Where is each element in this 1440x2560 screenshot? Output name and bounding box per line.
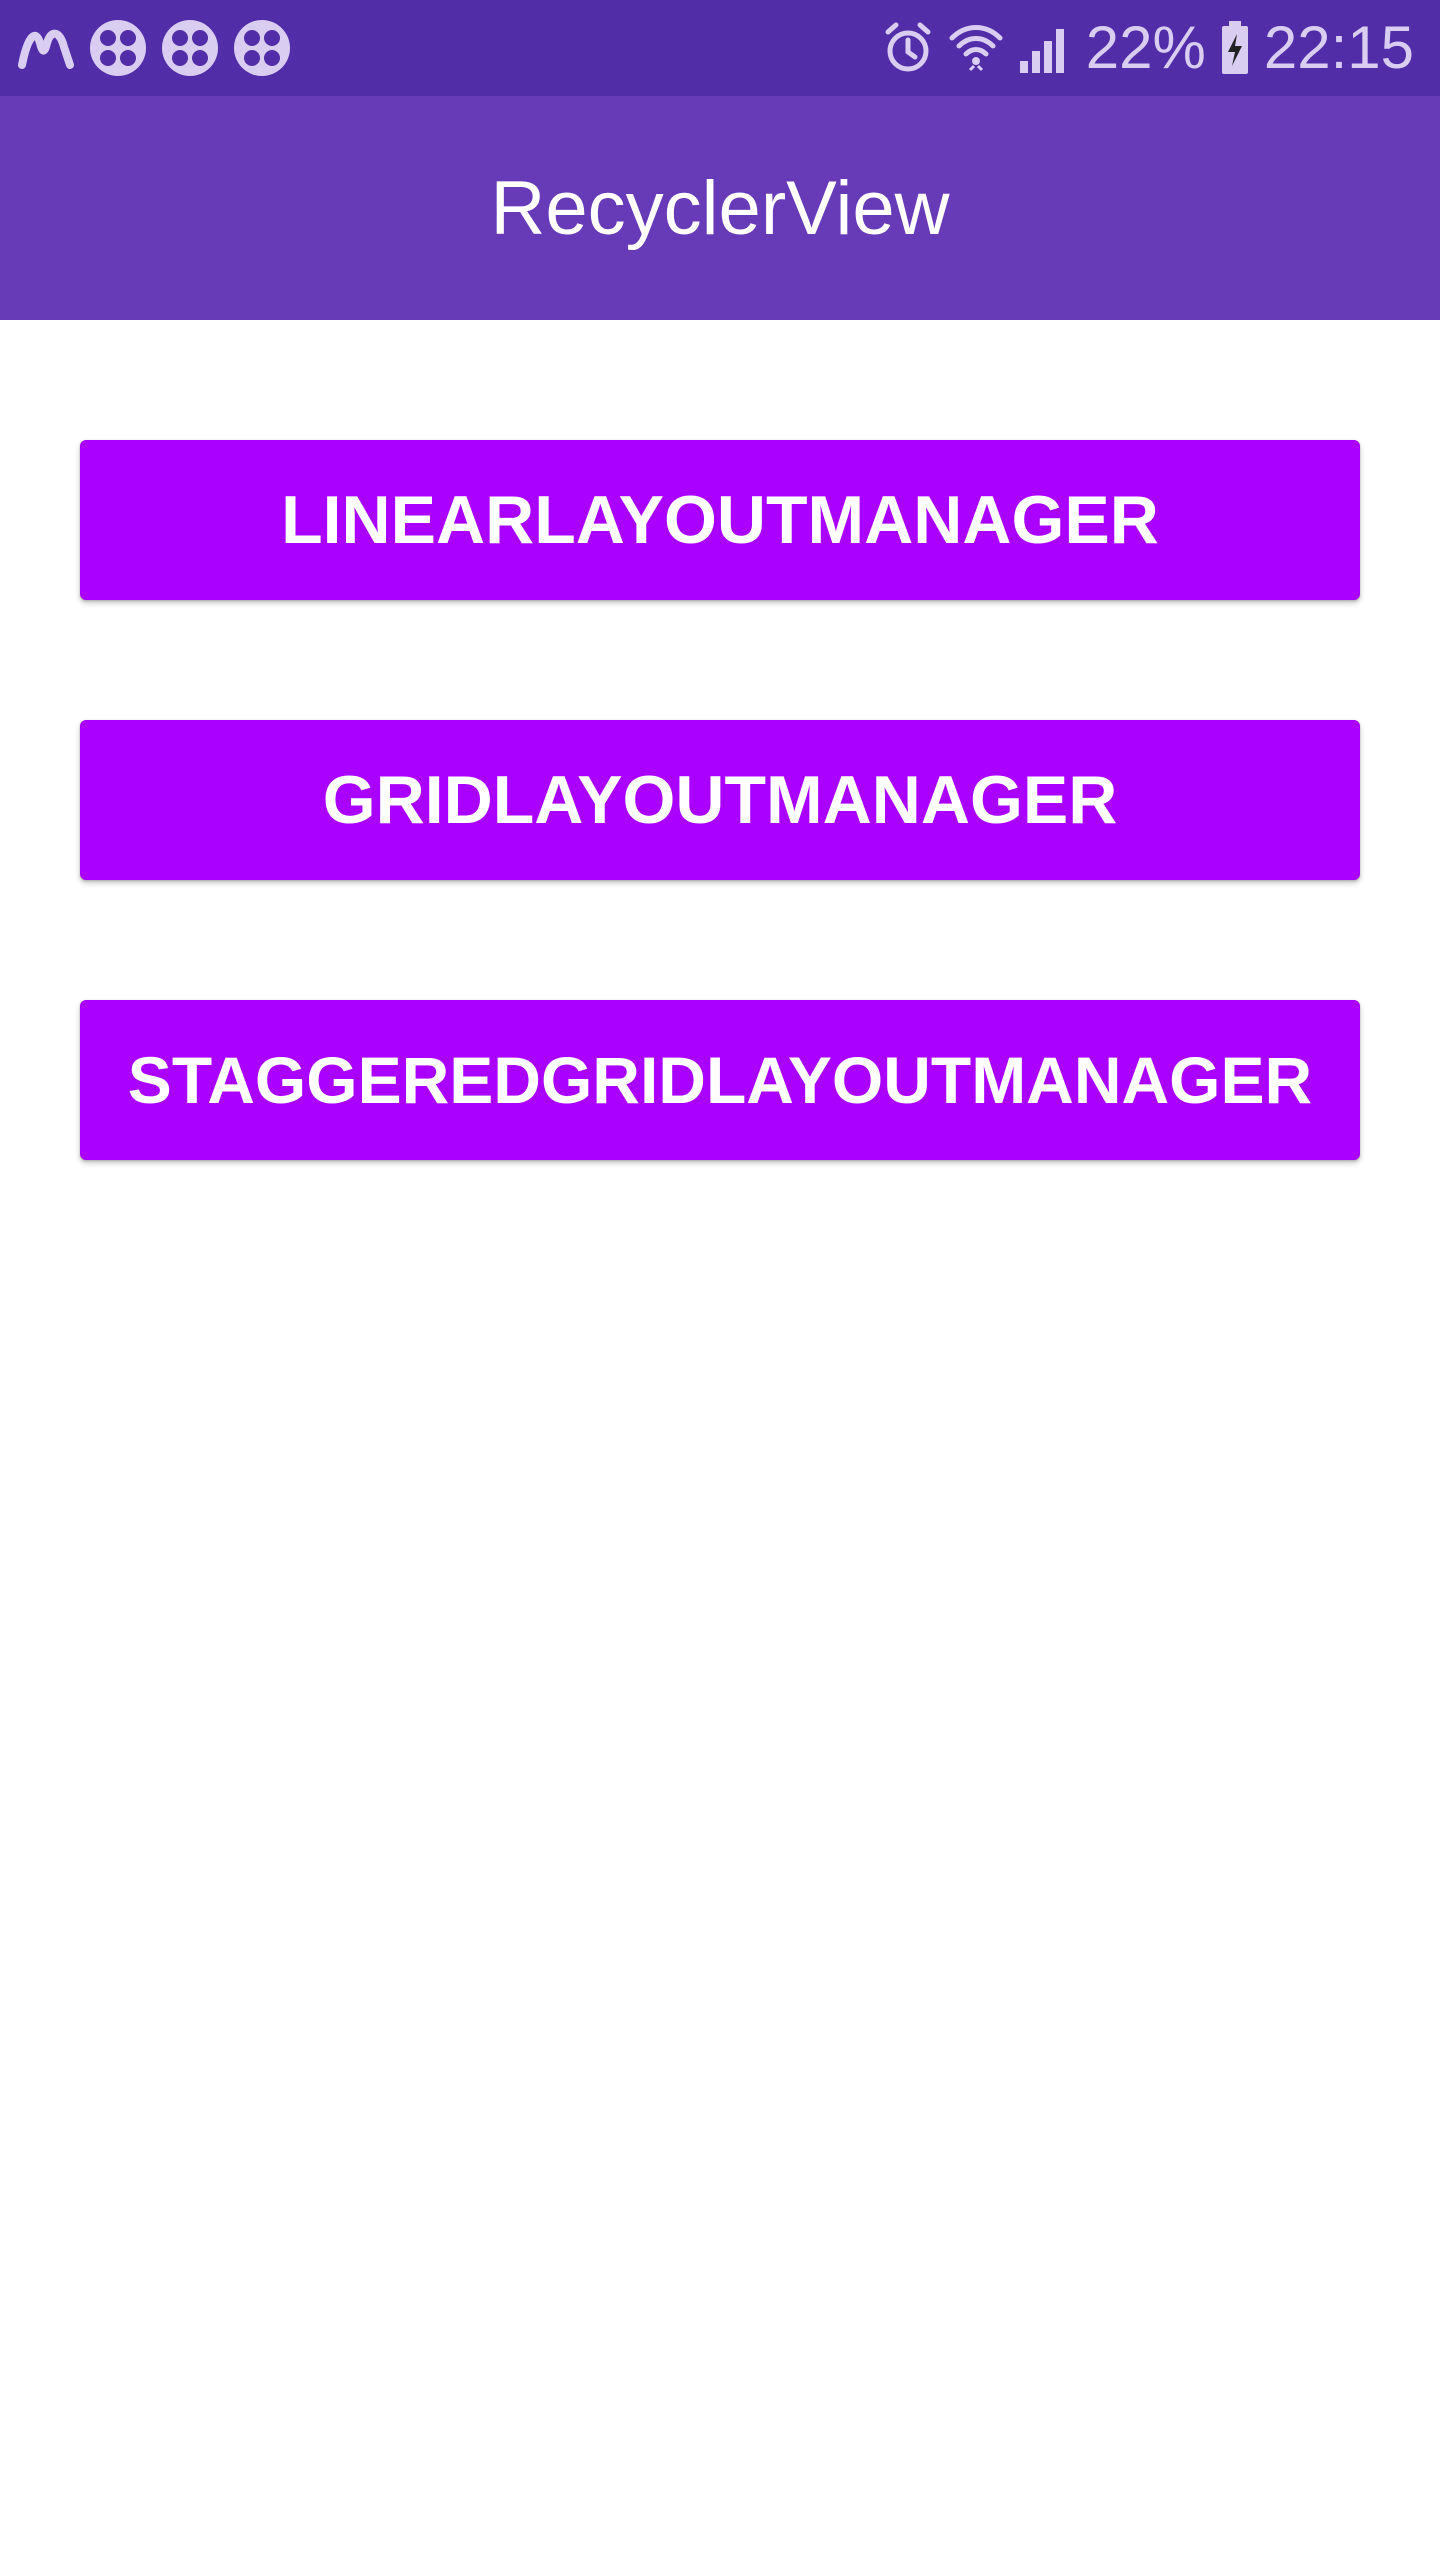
staggered-grid-layout-manager-button[interactable]: STAGGEREDGRIDLAYOUTMANAGER [80,1000,1360,1160]
m-app-icon [18,25,76,71]
battery-percent: 22% [1085,14,1206,81]
linear-layout-manager-button[interactable]: LINEARLAYOUTMANAGER [80,440,1360,600]
wifi-icon [948,20,1004,76]
clover-app-icon [88,18,148,78]
app-bar: RecyclerView [0,96,1440,320]
main-content: LINEARLAYOUTMANAGER GRIDLAYOUTMANAGER ST… [0,320,1440,2560]
alarm-icon [882,20,934,76]
clover-app-icon [160,18,220,78]
status-bar: 22% 22:15 [0,0,1440,96]
page-title: RecyclerView [490,165,950,251]
notification-icons [18,0,292,96]
signal-icon [1018,21,1072,75]
battery-charging-icon [1220,20,1250,76]
system-status: 22% 22:15 [882,0,1414,96]
clover-app-icon [232,18,292,78]
clock: 22:15 [1263,14,1414,81]
grid-layout-manager-button[interactable]: GRIDLAYOUTMANAGER [80,720,1360,880]
